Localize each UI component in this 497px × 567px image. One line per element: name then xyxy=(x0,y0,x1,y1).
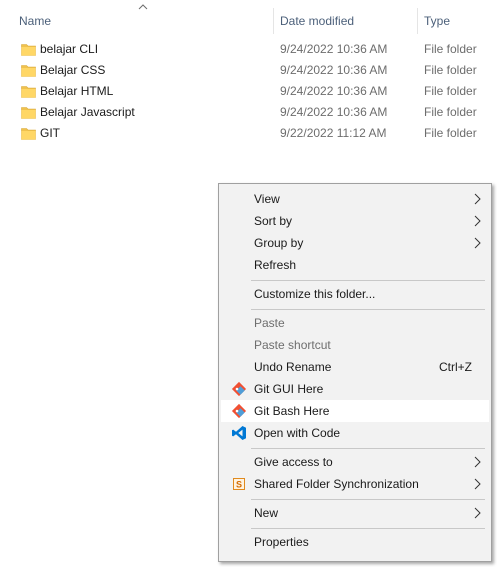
sort-ascending-icon xyxy=(138,4,148,10)
menu-item-label: Open with Code xyxy=(254,426,341,440)
folder-icon xyxy=(21,107,36,119)
menu-item-label: Git GUI Here xyxy=(254,382,324,396)
file-date: 9/24/2022 10:36 AM xyxy=(280,42,388,56)
file-date: 9/24/2022 10:36 AM xyxy=(280,105,388,119)
file-list: belajar CLI 9/24/2022 10:36 AM File fold… xyxy=(0,39,497,144)
menu-separator xyxy=(251,528,485,529)
file-row[interactable]: Belajar Javascript 9/24/2022 10:36 AM Fi… xyxy=(0,102,497,123)
menu-item-label: Give access to xyxy=(254,455,333,469)
menu-item-label: Group by xyxy=(254,236,304,250)
git-bash-icon xyxy=(231,403,247,419)
column-date-modified[interactable]: Date modified xyxy=(280,12,354,30)
file-name: GIT xyxy=(40,126,60,140)
column-name[interactable]: Name xyxy=(19,12,51,30)
chevron-right-icon xyxy=(474,237,481,249)
menu-item-give-access[interactable]: Give access to xyxy=(221,451,489,473)
menu-item-properties[interactable]: Properties xyxy=(221,531,489,553)
file-row[interactable]: Belajar HTML 9/24/2022 10:36 AM File fol… xyxy=(0,81,497,102)
menu-item-git-gui[interactable]: Git GUI Here xyxy=(221,378,489,400)
vscode-icon xyxy=(232,426,246,440)
menu-item-label: Shared Folder Synchronization xyxy=(254,477,419,491)
folder-icon xyxy=(21,128,36,140)
folder-icon xyxy=(21,65,36,77)
svg-text:S: S xyxy=(236,480,242,490)
file-row[interactable]: belajar CLI 9/24/2022 10:36 AM File fold… xyxy=(0,39,497,60)
menu-item-git-bash[interactable]: Git Bash Here xyxy=(221,400,489,422)
chevron-right-icon xyxy=(474,478,481,490)
menu-item-label: Refresh xyxy=(254,258,297,272)
menu-item-group-by[interactable]: Group by xyxy=(221,232,489,254)
menu-item-open-with-code[interactable]: Open with Code xyxy=(221,422,489,444)
keyboard-shortcut: Ctrl+Z xyxy=(439,360,472,374)
file-type: File folder xyxy=(424,42,477,56)
file-row[interactable]: GIT 9/22/2022 11:12 AM File folder xyxy=(0,123,497,144)
menu-item-refresh[interactable]: Refresh xyxy=(221,254,489,276)
file-name: Belajar Javascript xyxy=(40,105,135,119)
chevron-right-icon xyxy=(474,456,481,468)
file-date: 9/22/2022 11:12 AM xyxy=(280,126,387,140)
file-date: 9/24/2022 10:36 AM xyxy=(280,63,388,77)
menu-item-label: Customize this folder... xyxy=(254,287,376,301)
menu-separator xyxy=(251,309,485,310)
file-name: Belajar HTML xyxy=(40,84,114,98)
menu-item-label: Undo Rename xyxy=(254,360,332,374)
file-type: File folder xyxy=(424,105,477,119)
file-row[interactable]: Belajar CSS 9/24/2022 10:36 AM File fold… xyxy=(0,60,497,81)
chevron-right-icon xyxy=(474,193,481,205)
menu-item-new[interactable]: New xyxy=(221,502,489,524)
menu-item-label: Properties xyxy=(254,535,309,549)
file-date: 9/24/2022 10:36 AM xyxy=(280,84,388,98)
file-type: File folder xyxy=(424,63,477,77)
menu-separator xyxy=(251,499,485,500)
menu-item-paste-shortcut: Paste shortcut xyxy=(221,334,489,356)
file-name: Belajar CSS xyxy=(40,63,106,77)
menu-separator xyxy=(251,280,485,281)
menu-item-label: Paste shortcut xyxy=(254,338,331,352)
column-divider[interactable] xyxy=(273,8,274,34)
git-gui-icon xyxy=(231,381,247,397)
menu-item-label: Sort by xyxy=(254,214,293,228)
menu-item-label: Paste xyxy=(254,316,285,330)
column-divider[interactable] xyxy=(417,8,418,34)
menu-separator xyxy=(251,448,485,449)
menu-item-customize-folder[interactable]: Customize this folder... xyxy=(221,283,489,305)
chevron-right-icon xyxy=(474,215,481,227)
menu-item-view[interactable]: View xyxy=(221,188,489,210)
folder-icon xyxy=(21,44,36,56)
menu-item-label: View xyxy=(254,192,280,206)
context-menu: View Sort by Group by Refresh Customize … xyxy=(218,183,492,562)
file-name: belajar CLI xyxy=(40,42,99,56)
menu-item-undo-rename[interactable]: Undo Rename Ctrl+Z xyxy=(221,356,489,378)
sync-s-icon: S xyxy=(233,478,245,490)
menu-item-sort-by[interactable]: Sort by xyxy=(221,210,489,232)
column-type[interactable]: Type xyxy=(424,12,450,30)
file-type: File folder xyxy=(424,126,477,140)
menu-item-label: Git Bash Here xyxy=(254,404,330,418)
menu-item-shared-folder-sync[interactable]: S Shared Folder Synchronization xyxy=(221,473,489,495)
menu-item-paste: Paste xyxy=(221,312,489,334)
file-type: File folder xyxy=(424,84,477,98)
column-header: Name Date modified Type xyxy=(0,0,497,38)
menu-item-label: New xyxy=(254,506,279,520)
chevron-right-icon xyxy=(474,507,481,519)
folder-icon xyxy=(21,86,36,98)
